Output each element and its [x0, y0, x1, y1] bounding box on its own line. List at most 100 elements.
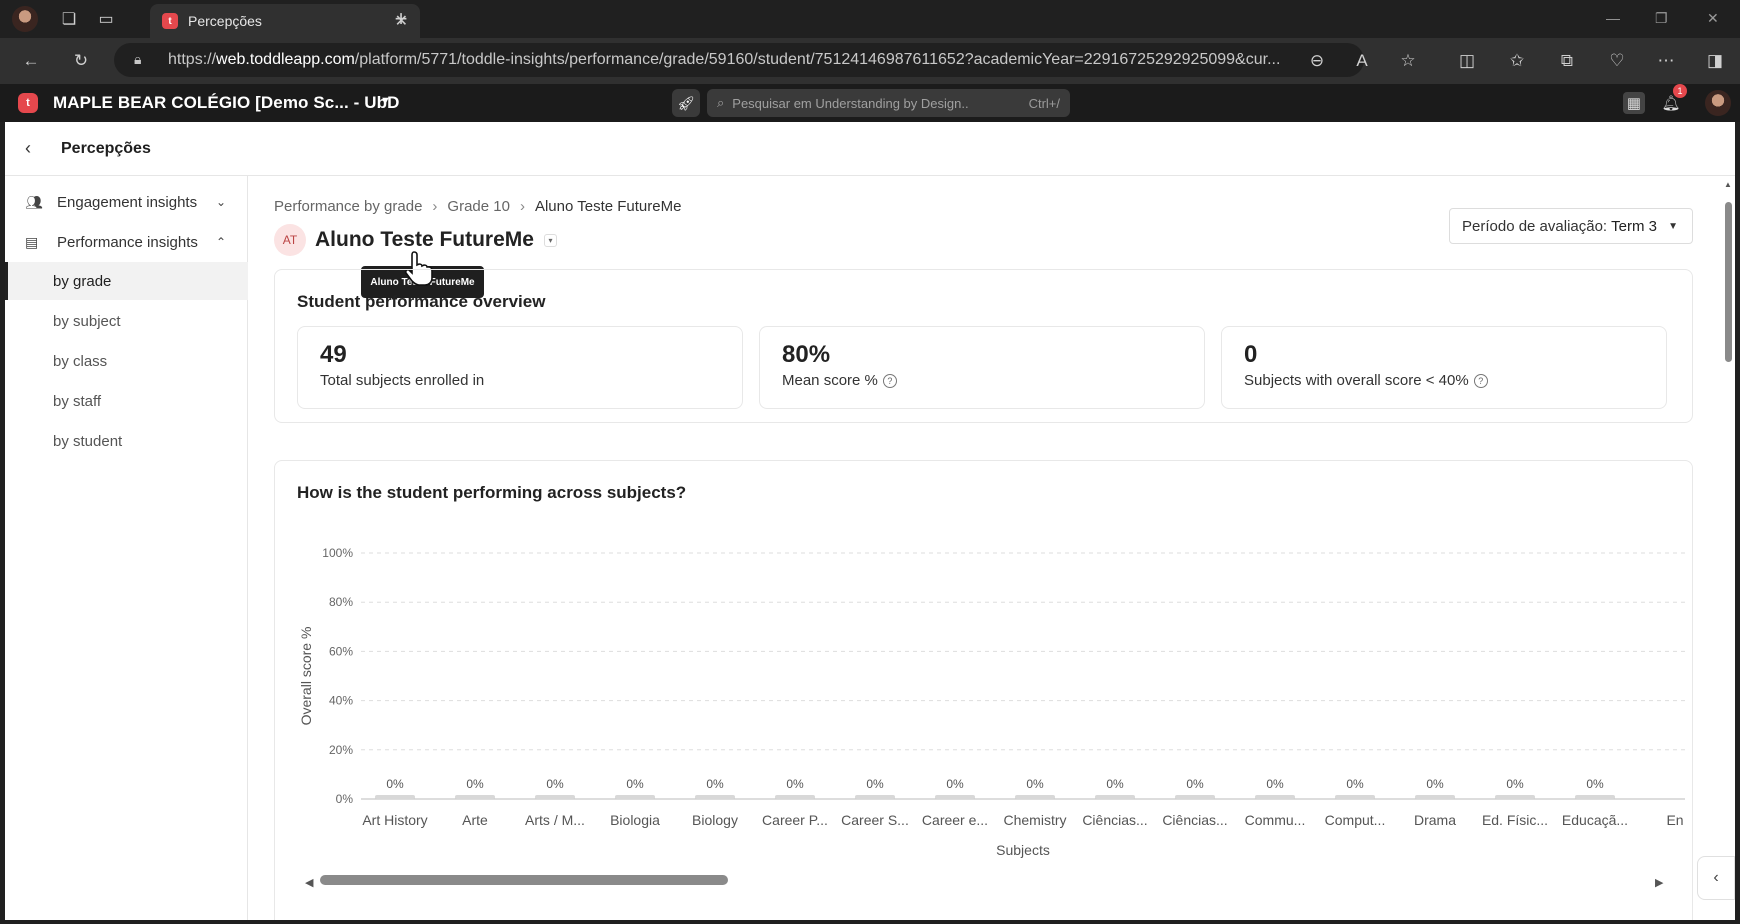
x-tick-label: Art History [362, 812, 427, 828]
favorite-star-icon[interactable]: ☆ [1397, 50, 1419, 72]
zoom-icon[interactable]: ⊖ [1306, 50, 1328, 72]
help-icon[interactable]: ? [1473, 373, 1488, 388]
stat-label-text: Total subjects enrolled in [320, 372, 485, 389]
x-axis-label: Subjects [996, 842, 1050, 858]
breadcrumb-student: Aluno Teste FutureMe [534, 198, 682, 215]
split-screen-icon[interactable]: ◫ [1456, 50, 1478, 72]
collections-icon[interactable]: ⧉ [1556, 50, 1578, 72]
bar-data-label: 0% [1106, 777, 1124, 791]
minimize-icon[interactable]: — [1606, 10, 1620, 26]
bar [535, 795, 575, 799]
user-avatar[interactable] [1705, 90, 1731, 116]
browser-essentials-icon[interactable]: ♡ [1606, 50, 1628, 72]
page-content: ‹ Percepções 👥︎ Engagement insights ⌄ ▤ … [5, 122, 1735, 920]
global-search-input[interactable]: ⌕ Pesquisar em Understanding by Design..… [707, 89, 1070, 117]
sidebar-subitem-by-subject[interactable]: by subject [5, 302, 248, 340]
x-tick-label: Ed. Físic... [1482, 812, 1548, 828]
chevron-down-icon: ⌄ [215, 195, 226, 209]
y-tick-label: 100% [322, 546, 353, 560]
breadcrumb: Performance by grade › Grade 10 › Aluno … [274, 198, 681, 215]
vertical-scroll-thumb[interactable] [1725, 202, 1732, 362]
bar-data-label: 0% [626, 777, 644, 791]
caret-down-icon: ▼ [1668, 220, 1678, 232]
period-value: Term 3 [1611, 217, 1657, 235]
help-icon[interactable]: ? [882, 373, 897, 388]
breadcrumb-performance-by-grade[interactable]: Performance by grade [274, 198, 422, 215]
tab-actions-icon[interactable]: ▭ [95, 8, 117, 30]
x-tick-label: Drama [1414, 812, 1456, 828]
new-tab-icon[interactable]: + [390, 6, 412, 31]
breadcrumb-grade[interactable]: Grade 10 [447, 198, 510, 215]
app-header: t MAPLE BEAR COLÉGIO [Demo Sc... - UbD ▼… [0, 84, 1740, 122]
bar [1255, 795, 1295, 799]
browser-profile-avatar[interactable] [12, 6, 38, 32]
browser-tab-active[interactable]: t Percepções ✕ [150, 4, 420, 38]
bar [375, 795, 415, 799]
vertical-scrollbar[interactable]: ▲ [1722, 176, 1735, 920]
bar-data-label: 0% [946, 777, 964, 791]
subjects-bar-chart: 0% 20% 40% 60% 80% 100% Overall score % 0% Art H… [298, 546, 1685, 889]
favorites-icon[interactable]: ✩ [1506, 50, 1528, 72]
bar [1415, 795, 1455, 799]
assessment-period-select[interactable]: Período de avaliação: Term 3 ▼ [1449, 208, 1693, 244]
chart-title: How is the student performing across sub… [297, 483, 687, 502]
student-dropdown-icon[interactable]: ▾ [543, 233, 557, 247]
workspaces-icon[interactable]: ❏ [58, 8, 80, 30]
page-title: Percepções [61, 139, 151, 157]
bar [855, 795, 895, 799]
back-icon[interactable]: ← [20, 50, 42, 72]
x-tick-label: Chemistry [1003, 812, 1066, 828]
x-tick-label: Comput... [1325, 812, 1386, 828]
period-label: Período de avaliação: [1462, 217, 1608, 235]
sidebar-subitem-by-grade[interactable]: by grade [5, 262, 248, 300]
sidebar-subitem-by-student[interactable]: by student [5, 422, 248, 460]
address-bar[interactable]: 🔒︎ https://web.toddleapp.com/platform/57… [114, 43, 1364, 77]
bar-data-label: 0% [1266, 777, 1284, 791]
school-name[interactable]: MAPLE BEAR COLÉGIO [Demo Sc... - UbD [53, 93, 399, 113]
browser-toolbar: ← ↻ 🔒︎ https://web.toddleapp.com/platfor… [0, 38, 1740, 84]
calendar-icon[interactable]: ▦ [1623, 92, 1645, 114]
search-shortcut: Ctrl+/ [1028, 95, 1060, 111]
school-dropdown-icon[interactable]: ▼ [380, 95, 391, 107]
bar [1015, 795, 1055, 799]
student-name[interactable]: Aluno Teste FutureMe [315, 228, 534, 252]
sidebar-subitem-by-staff[interactable]: by staff [5, 382, 248, 420]
rocket-icon[interactable]: 🚀︎ [672, 89, 700, 117]
restore-icon[interactable]: ❐ [1655, 10, 1668, 27]
collapse-panel-button[interactable]: ‹ [1697, 856, 1735, 900]
stat-label: Total subjects enrolled in [320, 372, 484, 389]
report-icon: ▤ [25, 233, 39, 250]
x-tick-label: Biology [692, 812, 738, 828]
url-host: web.toddleapp.com [216, 51, 355, 68]
bar [1335, 795, 1375, 799]
back-arrow-icon[interactable]: ‹ [25, 138, 45, 159]
chevron-left-icon: ‹ [1713, 869, 1719, 886]
read-aloud-icon[interactable]: A [1351, 50, 1373, 72]
more-menu-icon[interactable]: ⋯ [1655, 50, 1677, 72]
stat-value: 80% [782, 341, 831, 368]
stat-card-mean-score: 80% Mean score %? [759, 326, 1205, 409]
search-icon: ⌕ [717, 95, 725, 110]
bar-data-label: 0% [866, 777, 884, 791]
x-tick-label: Arte [462, 812, 488, 828]
toddle-logo-icon: t [18, 93, 38, 113]
sidebar-subitem-by-class[interactable]: by class [5, 342, 248, 380]
stat-label: Subjects with overall score < 40%? [1244, 372, 1488, 389]
x-tick-label: Ciências... [1082, 812, 1147, 828]
bar [695, 795, 735, 799]
bar-data-label: 0% [546, 777, 564, 791]
y-tick-label: 80% [329, 595, 353, 609]
sidebar-item-engagement[interactable]: 👥︎ Engagement insights ⌄ [5, 182, 248, 222]
sidebar-toggle-icon[interactable]: ◨ [1704, 50, 1726, 72]
bar [775, 795, 815, 799]
reload-icon[interactable]: ↻ [70, 50, 92, 72]
browser-tab-strip: ❏ ▭ t Percepções ✕ + — ❐ ✕ [0, 0, 1740, 38]
window-close-icon[interactable]: ✕ [1707, 10, 1719, 27]
stat-label-text: Subjects with overall score < 40% [1244, 372, 1469, 389]
stat-label-text: Mean score % [782, 372, 878, 389]
sidebar-item-performance[interactable]: ▤ Performance insights ⌃ [5, 222, 248, 262]
x-tick-label: Career S... [841, 812, 909, 828]
scroll-up-icon[interactable]: ▲ [1724, 180, 1732, 189]
subjects-chart-card: How is the student performing across sub… [274, 460, 1693, 920]
sidebar-item-label: Performance insights [57, 233, 198, 251]
